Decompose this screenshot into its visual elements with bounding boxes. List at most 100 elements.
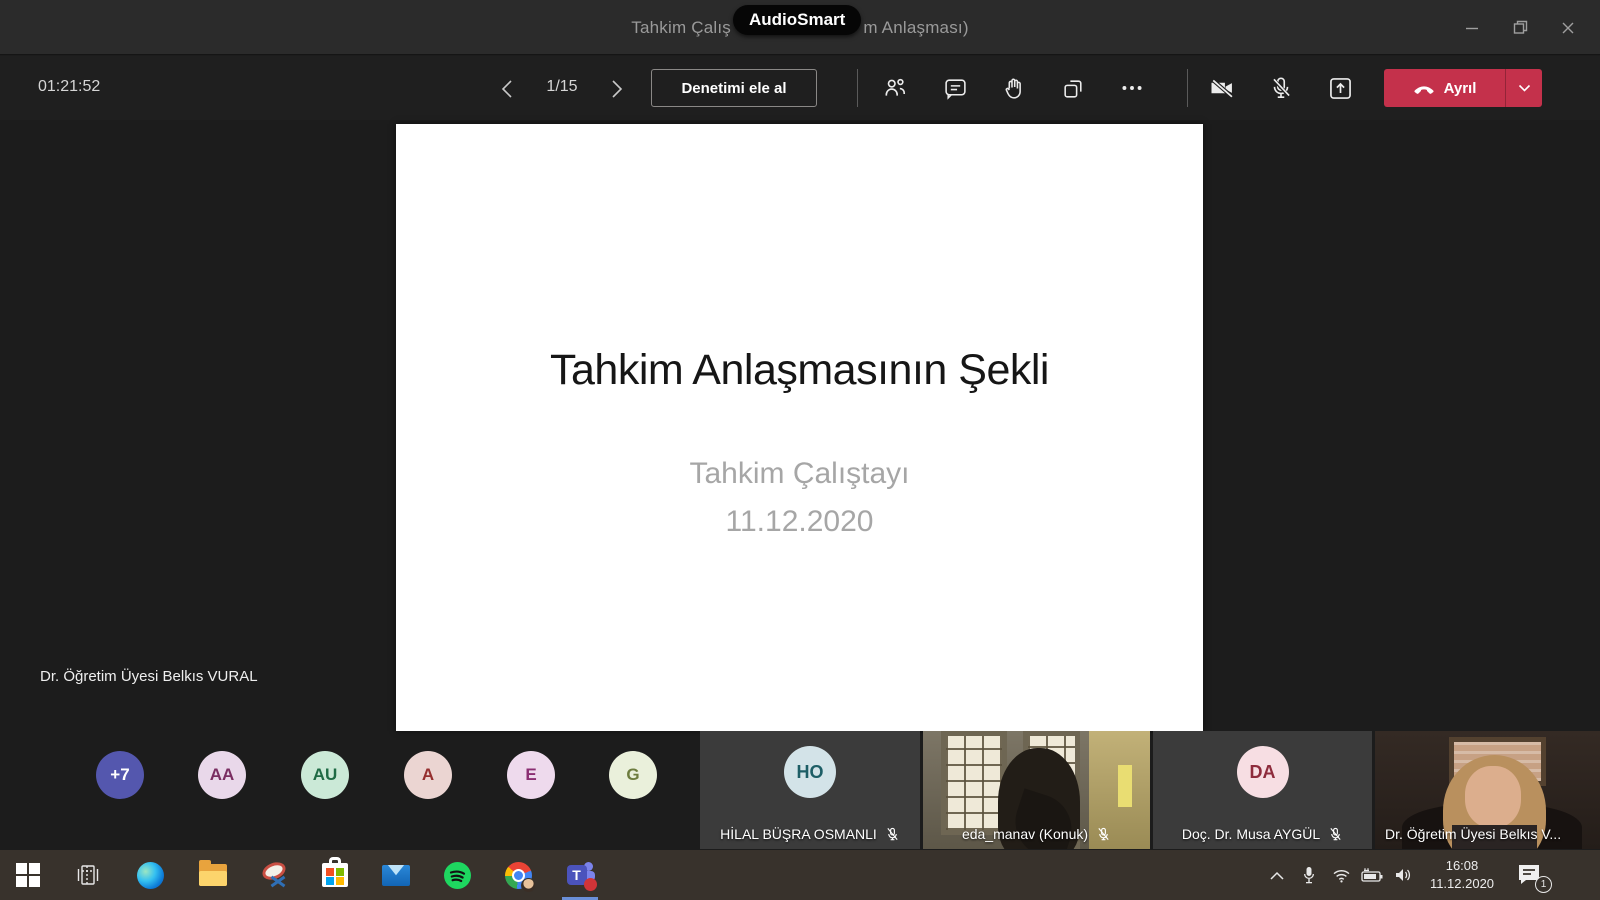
chat-button[interactable]: [939, 72, 971, 104]
tray-wifi-button[interactable]: [1326, 850, 1356, 900]
file-explorer-icon: [199, 864, 227, 886]
avatar: HO: [784, 746, 836, 798]
tray-expand-button[interactable]: [1262, 850, 1292, 900]
store-button[interactable]: [313, 850, 357, 900]
start-button[interactable]: [6, 850, 50, 900]
restore-icon: [1513, 20, 1528, 35]
more-options-button[interactable]: [1116, 72, 1148, 104]
participant-avatar-aa[interactable]: AA: [198, 751, 246, 799]
task-view-icon: [75, 863, 101, 887]
speaker-icon: [1394, 867, 1412, 883]
participant-name-row: Doç. Dr. Musa AYGÜL: [1153, 826, 1372, 842]
edge-icon: [137, 862, 164, 889]
participant-name: eda_manav (Konuk): [962, 826, 1088, 842]
share-screen-button[interactable]: [1324, 72, 1356, 104]
chrome-profile-avatar: [521, 878, 536, 893]
camera-off-icon: [1208, 74, 1236, 102]
participant-avatar-overflow[interactable]: +7: [96, 751, 144, 799]
mail-button[interactable]: [374, 850, 418, 900]
titlebar: Tahkim Çalış AudioSmart m Anlaşması): [0, 0, 1600, 55]
restore-button[interactable]: [1496, 0, 1544, 55]
meeting-timer: 01:21:52: [38, 78, 100, 96]
spotify-icon: [444, 862, 471, 889]
edge-taskbar-button[interactable]: [128, 850, 172, 900]
wifi-icon: [1332, 868, 1351, 883]
taskbar-date: 11.12.2020: [1418, 875, 1506, 893]
participant-avatar-g[interactable]: G: [609, 751, 657, 799]
chevron-right-icon: [610, 79, 624, 99]
raise-hand-button[interactable]: [998, 72, 1030, 104]
teams-icon: T: [567, 862, 594, 889]
participant-name: Dr. Öğretim Üyesi Belkıs V...: [1385, 826, 1561, 842]
window-title-right: m Anlaşması): [863, 18, 968, 38]
chrome-icon: [505, 862, 532, 889]
task-view-button[interactable]: [66, 850, 110, 900]
snipping-tool-button[interactable]: [253, 850, 297, 900]
next-slide-button[interactable]: [602, 74, 632, 104]
mic-muted-icon: [1328, 827, 1343, 842]
taskbar-clock[interactable]: 16:08 11.12.2020: [1418, 857, 1506, 893]
windows-taskbar: T: [0, 850, 1600, 900]
notification-badge: 1: [1535, 876, 1552, 893]
tray-volume-button[interactable]: [1388, 850, 1418, 900]
video-light-switch: [1118, 781, 1132, 807]
toolbar-divider-2: [1187, 69, 1188, 107]
tray-chevron-icon: [1270, 871, 1284, 880]
participant-name-row: eda_manav (Konuk): [923, 826, 1150, 842]
participant-tile-eda[interactable]: eda_manav (Konuk): [923, 731, 1150, 849]
participant-avatar-e[interactable]: E: [507, 751, 555, 799]
participant-name-row: Dr. Öğretim Üyesi Belkıs V...: [1375, 826, 1600, 842]
chevron-down-icon: [1518, 84, 1531, 93]
breakout-rooms-icon: [1061, 76, 1086, 101]
chrome-button[interactable]: [496, 850, 540, 900]
window-controls: [1448, 0, 1592, 55]
camera-toggle-button[interactable]: [1206, 72, 1238, 104]
meeting-stage: Tahkim Anlaşmasının Şekli Tahkim Çalışta…: [0, 120, 1600, 850]
participant-tile-belkis[interactable]: Dr. Öğretim Üyesi Belkıs V...: [1375, 731, 1600, 849]
participant-avatar-a[interactable]: A: [404, 751, 452, 799]
raise-hand-icon: [1002, 76, 1027, 101]
show-participants-button[interactable]: [879, 72, 911, 104]
breakout-rooms-button[interactable]: [1057, 72, 1089, 104]
previous-slide-button[interactable]: [492, 74, 522, 104]
window-title: Tahkim Çalış AudioSmart m Anlaşması): [0, 0, 1600, 55]
participant-tile-musa[interactable]: DA Doç. Dr. Musa AYGÜL: [1153, 731, 1372, 849]
teams-taskbar-button[interactable]: T: [558, 850, 602, 900]
slide-title: Tahkim Anlaşmasının Şekli: [396, 346, 1203, 395]
participant-name-row: HİLAL BÜŞRA OSMANLI: [700, 826, 920, 842]
action-center-button[interactable]: 1: [1516, 862, 1546, 888]
participant-name: Doç. Dr. Musa AYGÜL: [1182, 826, 1320, 842]
store-icon: [322, 863, 348, 887]
avatar: DA: [1237, 746, 1289, 798]
more-icon: [1119, 75, 1145, 101]
hangup-icon: [1413, 83, 1435, 94]
call-control-bar: 01:21:52 1/15 Denetimi ele al: [0, 56, 1600, 120]
file-explorer-button[interactable]: [191, 850, 235, 900]
take-control-button[interactable]: Denetimi ele al: [651, 69, 817, 107]
participant-avatar-au[interactable]: AU: [301, 751, 349, 799]
tray-battery-button[interactable]: [1356, 850, 1388, 900]
window-title-left: Tahkim Çalış: [631, 18, 731, 38]
tray-mic-button[interactable]: [1294, 850, 1324, 900]
leave-options-button[interactable]: [1505, 69, 1542, 107]
start-icon: [16, 863, 40, 887]
minimize-button[interactable]: [1448, 0, 1496, 55]
video-person-face: [1465, 766, 1521, 827]
share-screen-icon: [1327, 75, 1354, 102]
slide-subtitle: Tahkim Çalıştayı: [396, 457, 1203, 491]
participant-tile-hilal[interactable]: HO HİLAL BÜŞRA OSMANLI: [700, 731, 920, 849]
snipping-tool-icon: [261, 861, 289, 889]
participant-name: HİLAL BÜŞRA OSMANLI: [720, 826, 877, 842]
spotify-button[interactable]: [435, 850, 479, 900]
taskbar-time: 16:08: [1418, 857, 1506, 875]
chat-icon: [943, 76, 968, 101]
leave-button[interactable]: Ayrıl: [1384, 69, 1505, 107]
mic-toggle-button[interactable]: [1265, 72, 1297, 104]
audiosmart-overlay-badge: AudioSmart: [733, 5, 861, 35]
leave-label: Ayrıl: [1444, 80, 1477, 97]
teams-notification-dot: [584, 878, 597, 891]
participants-icon: [882, 75, 908, 101]
leave-button-group: Ayrıl: [1384, 69, 1542, 107]
close-button[interactable]: [1544, 0, 1592, 55]
mic-off-icon: [1268, 75, 1294, 101]
